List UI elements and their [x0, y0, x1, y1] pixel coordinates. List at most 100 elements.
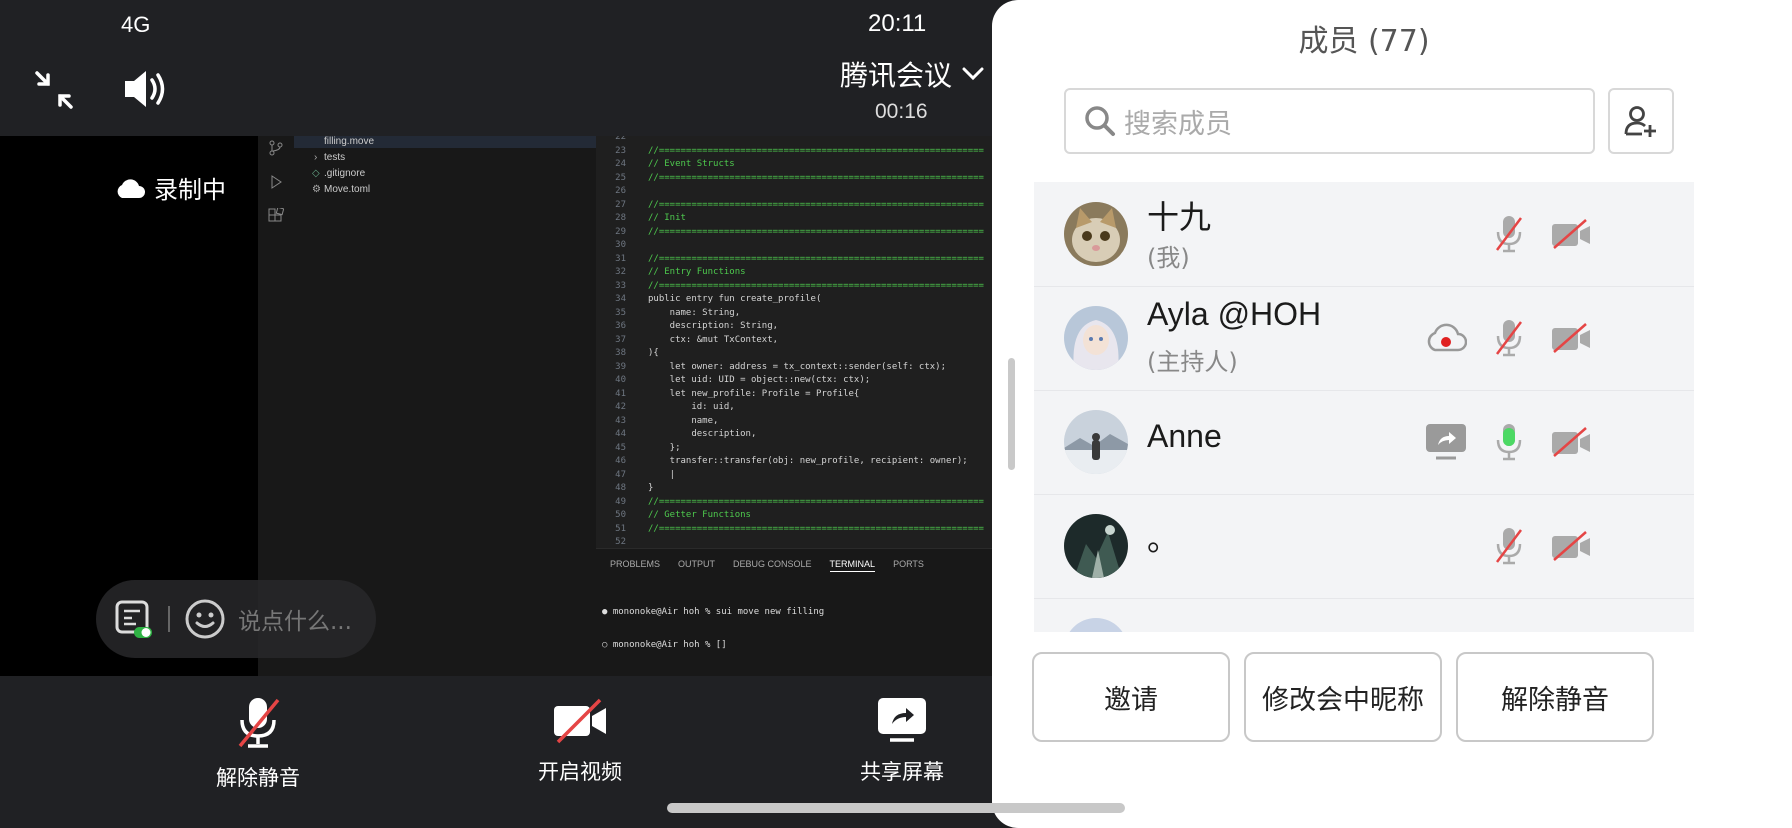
meeting-timer: 00:16 [875, 100, 928, 123]
explorer-item[interactable]: tests [324, 152, 345, 163]
line-number: 22 [615, 136, 626, 142]
start-video-button[interactable]: 开启视频 [500, 696, 660, 786]
code-text: } [648, 483, 654, 493]
avatar [1064, 202, 1128, 266]
member-name: Anne [1147, 418, 1222, 454]
code-line: 48} [596, 483, 1000, 497]
member-row[interactable]: Ayla @HOH (主持人) [1034, 286, 1694, 391]
member-search-input[interactable]: 搜索成员 [1064, 88, 1595, 154]
code-text: let new_profile: Profile = Profile{ [648, 388, 860, 399]
mic-muted-icon [1487, 316, 1531, 360]
line-number: 31 [615, 253, 626, 264]
avatar [1064, 514, 1128, 578]
explorer-item[interactable]: .gitignore [324, 168, 365, 179]
meeting-title[interactable]: 腾讯会议 [840, 54, 984, 94]
code-line: 26 [596, 186, 1000, 200]
invite-button[interactable]: 邀请 [1032, 652, 1230, 742]
source-control-icon [269, 140, 283, 156]
code-line: 25 //====================================… [596, 173, 1000, 187]
chat-bar[interactable]: 说点什么... [96, 580, 376, 658]
line-number: 37 [615, 334, 626, 345]
code-line: 52 [596, 537, 1000, 548]
mic-muted-icon [1487, 524, 1531, 568]
line-number: 35 [615, 307, 626, 318]
code-line: 46 transfer::transfer(obj: new_profile, … [596, 456, 1000, 470]
member-list: 十九 (我) Ayla @HOH (主持人) Anne 。 [1034, 182, 1694, 632]
start-video-label: 开启视频 [538, 760, 622, 784]
code-text: description: String, [648, 321, 779, 331]
chevron-down-icon [962, 67, 984, 81]
code-text: //======================================… [648, 496, 984, 507]
panel-tab[interactable]: TERMINAL [829, 559, 876, 572]
code-line: 45 }; [596, 443, 1000, 457]
member-row[interactable]: 。 [1034, 494, 1694, 599]
run-debug-icon [271, 175, 282, 189]
line-number: 34 [615, 294, 626, 304]
camera-off-icon [554, 698, 606, 744]
mic-active-icon [1487, 420, 1531, 464]
minimize-icon[interactable] [34, 70, 74, 110]
ide-terminal-panel[interactable]: PROBLEMS OUTPUT DEBUG CONSOLE TERMINAL PORTS… [596, 548, 1000, 676]
member-name: 十九 [1147, 199, 1212, 235]
code-line: 33 //====================================… [596, 281, 1000, 295]
member-name: Ayla @HOH [1147, 296, 1322, 332]
home-indicator[interactable] [667, 803, 1125, 813]
members-scrollbar[interactable] [1008, 358, 1015, 470]
panel-tab[interactable]: OUTPUT [678, 559, 715, 572]
code-line: 31 //====================================… [596, 254, 1000, 268]
line-number: 26 [615, 186, 626, 196]
speaker-icon[interactable] [122, 68, 168, 110]
line-number: 23 [615, 145, 626, 156]
line-number: 38 [615, 348, 626, 358]
search-placeholder: 搜索成员 [1124, 108, 1232, 140]
explorer-item[interactable]: Move.toml [324, 184, 370, 195]
code-line: 30 [596, 240, 1000, 254]
code-text: name: String, [648, 307, 741, 318]
member-name: 。 [1147, 521, 1180, 557]
share-screen-button[interactable]: 共享屏幕 [822, 696, 982, 786]
member-row[interactable] [1034, 598, 1694, 632]
code-text: description, [648, 429, 757, 439]
top-bar: 4G 20:11 腾讯会议 00:16 [0, 0, 1000, 136]
code-text: // Getter Functions [648, 510, 751, 520]
code-line: 42 id: uid, [596, 402, 1000, 416]
code-line: 39 let owner: address = tx_context::send… [596, 362, 1000, 376]
unmute-all-button[interactable]: 解除静音 [1456, 652, 1654, 742]
code-text: }; [648, 442, 681, 453]
line-number: 46 [615, 456, 626, 466]
line-number: 40 [615, 375, 626, 385]
line-number: 36 [615, 321, 626, 331]
panel-tab[interactable]: PROBLEMS [610, 559, 660, 572]
mic-muted-icon [1487, 212, 1531, 256]
code-line: 24 // Event Structs [596, 159, 1000, 173]
add-member-button[interactable] [1608, 88, 1674, 154]
code-line: 51 //====================================… [596, 524, 1000, 538]
line-number: 41 [615, 388, 626, 399]
code-text: //======================================… [648, 145, 984, 156]
chat-input[interactable]: 说点什么... [238, 602, 352, 636]
code-text: // Init [648, 213, 686, 223]
line-number: 30 [615, 240, 626, 250]
member-row[interactable]: Anne [1034, 390, 1694, 495]
unmute-button[interactable]: 解除静音 [178, 696, 338, 792]
share-screen-label: 共享屏幕 [860, 760, 944, 784]
code-text: ctx: &mut TxContext, [648, 334, 779, 345]
terminal-line: ○ mononoke@Air hoh % [] [602, 640, 727, 650]
rename-in-meeting-button[interactable]: 修改会中昵称 [1244, 652, 1442, 742]
code-text: //======================================… [648, 199, 984, 210]
emoji-icon[interactable] [184, 598, 226, 640]
code-line: 23 //====================================… [596, 146, 1000, 160]
code-line: 40 let uid: UID = object::new(ctx: ctx); [596, 375, 1000, 389]
code-line: 44 description, [596, 429, 1000, 443]
explorer-item[interactable]: filling.move [324, 136, 374, 147]
captions-toggle-icon[interactable] [114, 597, 154, 641]
member-row[interactable]: 十九 (我) [1034, 182, 1694, 287]
line-number: 27 [615, 199, 626, 210]
line-number: 39 [615, 361, 626, 372]
panel-tab[interactable]: DEBUG CONSOLE [733, 559, 812, 572]
line-number: 50 [615, 510, 626, 520]
code-line: 36 description: String, [596, 321, 1000, 335]
code-editor[interactable]: 22 23 //==================================… [596, 136, 1000, 548]
mic-muted-icon [238, 698, 280, 748]
panel-tab[interactable]: PORTS [893, 559, 924, 572]
